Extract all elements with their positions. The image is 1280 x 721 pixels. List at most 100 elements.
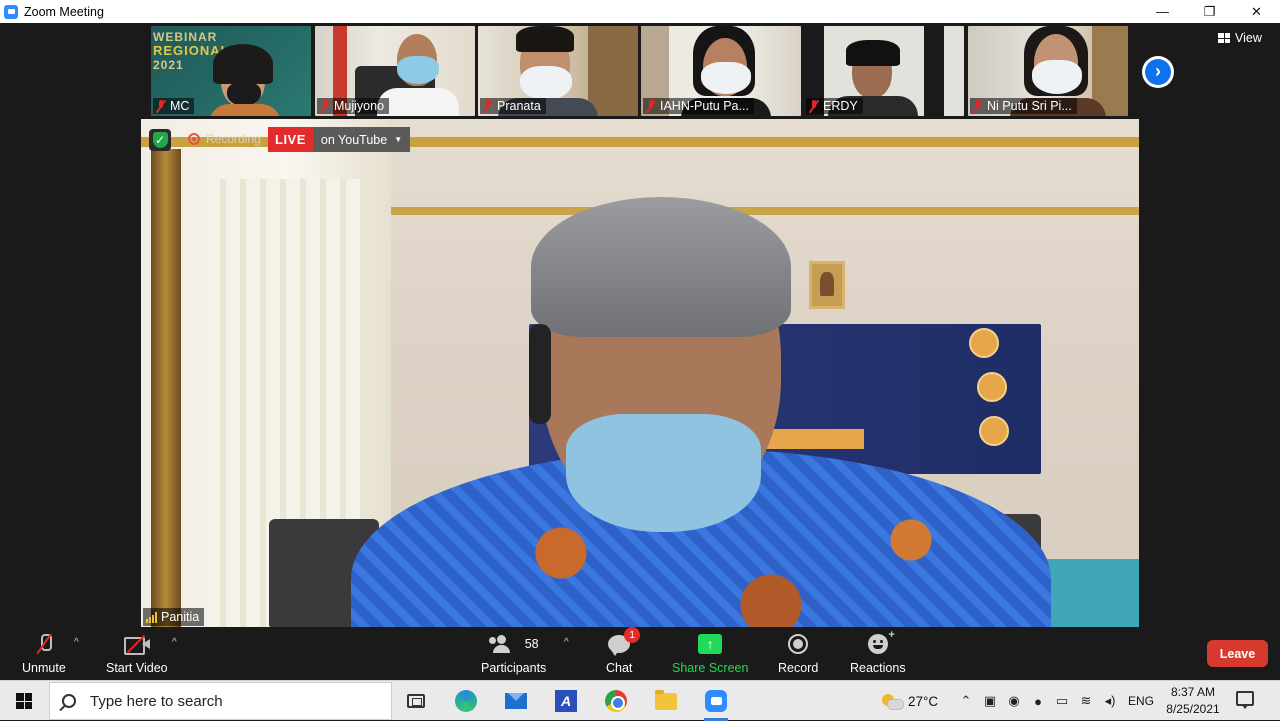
participant-name-tag: IAHN-Putu Pa... [643,98,754,114]
participant-name: IAHN-Putu Pa... [660,99,749,113]
window-frame [151,149,181,627]
editor-app-button[interactable]: A [552,687,580,715]
speaker-name: Panitia [161,610,200,624]
participant-name: Ni Putu Sri Pi... [987,99,1072,113]
muted-mic-icon [483,99,493,113]
volume-icon[interactable]: ◂) [1098,693,1122,709]
wall-trim [391,207,1139,215]
participant-mask [397,56,439,84]
edge-icon [455,690,477,712]
live-destination-label: on YouTube [320,132,388,147]
live-badge: LIVE [268,127,313,152]
participant-tile-mc[interactable]: WEBINAR REGIONAL 2021 MC [151,26,311,116]
participant-name-tag: ERDY [806,98,863,114]
mic-muted-icon [37,634,52,654]
participant-tile-iahn-putu[interactable]: IAHN-Putu Pa... [641,26,801,116]
search-placeholder: Type here to search [90,692,223,710]
participant-tile-pranata[interactable]: Pranata [478,26,638,116]
muted-mic-icon [809,99,819,113]
start-button[interactable] [0,681,48,721]
file-explorer-icon [655,689,677,710]
input-language[interactable]: ENG [1128,694,1154,708]
record-icon [788,634,809,654]
reactions-button[interactable]: + Reactions [850,629,906,675]
security-shield-icon[interactable] [149,129,171,151]
record-label: Record [778,661,819,675]
participant-name-tag: Ni Putu Sri Pi... [970,98,1077,114]
participant-tile-erdy[interactable]: ERDY [804,26,964,116]
unmute-button[interactable]: Unmute [22,631,66,675]
chat-button[interactable]: 1 Chat [606,627,641,675]
record-button[interactable]: Record [778,631,818,675]
weather-widget[interactable]: 27°C [882,681,938,721]
chrome-icon [605,690,627,712]
share-screen-icon: ↑ [698,634,723,654]
taskbar-search-box[interactable]: Type here to search [49,682,392,720]
notifications-icon[interactable] [1236,691,1254,709]
system-clock[interactable]: 8:37 AM 8/25/2021 [1158,684,1228,718]
chat-label: Chat [606,661,633,675]
window-title: Zoom Meeting [24,4,104,19]
audio-options-caret[interactable]: ^ [74,637,79,648]
participant-name: ERDY [823,99,858,113]
chat-unread-badge: 1 [624,627,641,643]
file-explorer-button[interactable] [652,687,680,715]
smiley-icon: + [867,629,895,654]
meeting-stage: WEBINAR REGIONAL 2021 MC Mujiyono Pranat… [0,23,1280,629]
edge-button[interactable] [452,687,480,715]
live-stream-indicator[interactable]: LIVE on YouTube ▼ [268,127,411,152]
participant-tile-ni-putu-sri[interactable]: Ni Putu Sri Pi... [968,26,1128,116]
task-view-button[interactable] [402,687,430,715]
network-error-icon[interactable]: ◉ [1002,693,1026,709]
video-options-caret[interactable]: ^ [172,637,177,648]
restore-button[interactable]: ❐ [1186,0,1233,23]
participant-mask [520,66,572,100]
windows-taskbar: Type here to search A 27°C ⌃ ▣ ◉ ● ▭ ≋ ◂… [0,680,1280,721]
close-button[interactable]: ✕ [1233,0,1280,23]
live-destination-dropdown[interactable]: on YouTube ▼ [312,127,411,152]
active-speaker-video[interactable] [141,119,1139,627]
participants-options-caret[interactable]: ^ [564,637,569,648]
microphone-icon[interactable]: ● [1026,694,1050,709]
participant-name-tag: Pranata [480,98,546,114]
next-page-button[interactable]: › [1142,56,1174,88]
minimize-button[interactable]: — [1139,0,1186,23]
recording-label: Recording [206,132,261,146]
show-hidden-icons-icon[interactable]: ⌃ [954,693,978,709]
participant-clothing [209,104,281,116]
banner-stripe [759,429,864,449]
chevron-right-icon: › [1155,60,1161,81]
participant-mask [701,62,751,94]
clock-date: 8/25/2021 [1166,702,1220,716]
shelf [588,26,638,116]
start-video-button[interactable]: Start Video [106,631,168,675]
participant-name: MC [170,99,190,113]
zoom-logo-icon [4,4,18,19]
webinar-line-1: WEBINAR [153,30,218,44]
recording-indicator[interactable]: Recording [184,128,265,150]
zoom-taskbar-button[interactable] [702,687,730,721]
chrome-button[interactable] [602,687,630,715]
share-screen-button[interactable]: ↑ Share Screen [672,631,748,675]
system-tray: ⌃ ▣ ◉ ● ▭ ≋ ◂) ENG [954,681,1154,721]
partly-cloudy-icon [882,694,904,710]
muted-mic-icon [156,99,166,113]
wifi-icon[interactable]: ≋ [1074,693,1098,709]
participants-count: 58 [524,637,539,651]
meet-now-icon[interactable]: ▣ [978,693,1002,709]
participant-tile-mujiyono[interactable]: Mujiyono [315,26,475,116]
participants-icon [488,635,517,653]
leave-button[interactable]: Leave [1207,640,1268,667]
window-controls: — ❐ ✕ [1139,0,1280,23]
signal-strength-icon [146,611,157,623]
speaker-mask [566,414,761,532]
participants-button[interactable]: 58 Participants [481,631,546,675]
view-label: View [1235,31,1262,45]
view-button[interactable]: View [1218,31,1262,45]
muted-mic-icon [320,99,330,113]
mail-button[interactable] [502,687,530,715]
participant-hair [846,40,900,66]
meeting-toolbar: Unmute ^ Start Video ^ 58 Participants ^… [0,627,1280,680]
speaker-name-tag: Panitia [143,608,205,626]
battery-icon[interactable]: ▭ [1050,693,1074,709]
